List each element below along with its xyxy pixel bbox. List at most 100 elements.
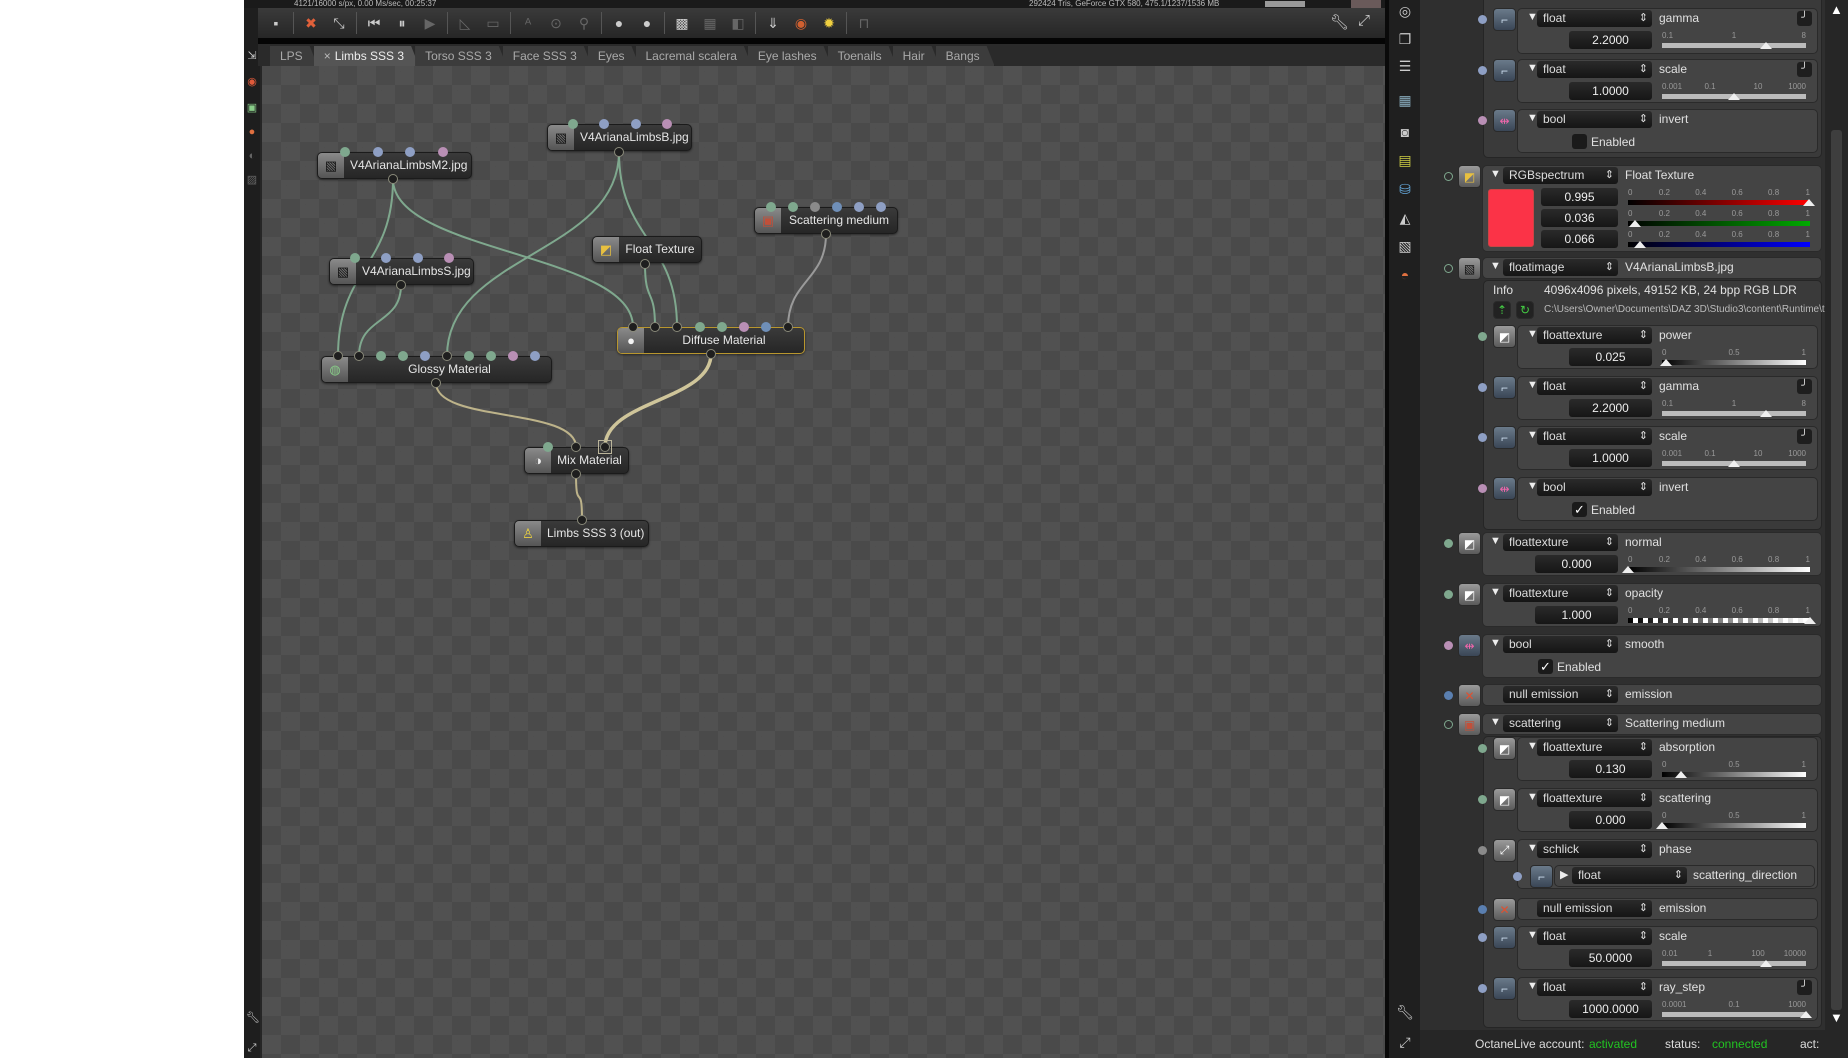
tab-eyes[interactable]: Eyes xyxy=(588,46,640,66)
half-icon[interactable]: ◧ xyxy=(727,13,749,33)
play-icon[interactable]: ▶ xyxy=(419,13,441,33)
alpha-icon[interactable]: ▩ xyxy=(671,13,693,33)
input-socket[interactable] xyxy=(1478,984,1487,993)
camera-view-icon[interactable]: ▪ xyxy=(265,13,287,33)
tab-eye-lashes[interactable]: Eye lashes xyxy=(748,46,832,66)
layers-icon[interactable]: ❐ xyxy=(1396,30,1414,48)
input-port[interactable] xyxy=(599,119,609,129)
float-icon[interactable]: ⌐ xyxy=(1493,977,1516,1000)
import-icon[interactable]: ⇓ xyxy=(762,13,784,33)
slider-handle[interactable] xyxy=(1759,410,1772,417)
input-socket[interactable] xyxy=(1444,172,1453,181)
fullscreen-icon[interactable]: ⤢ xyxy=(1396,1033,1414,1051)
output-port[interactable] xyxy=(396,280,406,290)
float-texture-icon[interactable]: ◩ xyxy=(1458,532,1481,555)
slider-handle[interactable] xyxy=(1728,93,1740,100)
input-socket[interactable] xyxy=(1478,433,1487,442)
texture-icon[interactable]: ▧ xyxy=(1396,237,1414,255)
input-port[interactable] xyxy=(543,442,553,452)
value-field[interactable]: 0.000 xyxy=(1569,811,1652,829)
tab-lacremal-scalera[interactable]: Lacremal scalera xyxy=(636,46,752,66)
input-socket[interactable] xyxy=(1444,641,1453,650)
value-slider[interactable]: 0 0.2 0.4 0.6 0.8 1 xyxy=(1628,606,1816,624)
input-port[interactable] xyxy=(628,322,638,332)
output-port[interactable] xyxy=(821,229,831,239)
materials-icon[interactable]: ◓ xyxy=(1396,266,1414,284)
geometry-icon[interactable]: ▨ xyxy=(246,174,258,186)
input-socket[interactable] xyxy=(1513,872,1522,881)
checker-icon[interactable]: ▦ xyxy=(699,13,721,33)
value-slider[interactable]: 0 0.5 1 xyxy=(1662,760,1806,778)
slider-handle[interactable] xyxy=(1759,42,1772,49)
float-icon[interactable]: ⌐ xyxy=(1493,59,1516,82)
value-field[interactable]: 1.0000 xyxy=(1569,82,1652,100)
reload-image-icon[interactable]: ⇡ xyxy=(1493,301,1511,319)
input-port[interactable] xyxy=(413,253,423,263)
connection-wire[interactable] xyxy=(603,353,713,448)
input-port[interactable] xyxy=(631,119,641,129)
input-socket[interactable] xyxy=(1478,15,1487,24)
value-slider[interactable]: 0 0.5 1 xyxy=(1656,811,1806,829)
show-icon[interactable]: ▣ xyxy=(246,102,258,114)
phase-icon[interactable]: ⤢ xyxy=(1493,839,1516,862)
kernel-icon[interactable]: ⛁ xyxy=(1396,180,1414,198)
refresh-icon[interactable]: ↻ xyxy=(1516,301,1534,319)
input-port[interactable] xyxy=(672,322,682,332)
bool-icon[interactable]: ⇹ xyxy=(1493,477,1516,500)
tab-face-sss-3[interactable]: Face SSS 3 xyxy=(503,46,592,66)
input-port[interactable] xyxy=(420,351,430,361)
input-port[interactable] xyxy=(405,147,415,157)
float-icon[interactable]: ⌐ xyxy=(1493,426,1516,449)
value-field[interactable]: 0.130 xyxy=(1569,760,1652,778)
type-select[interactable]: floattexture ⇕ xyxy=(1503,585,1618,602)
float-icon[interactable]: ⌐ xyxy=(1493,926,1516,949)
outline-icon[interactable]: ☰ xyxy=(1396,57,1414,75)
enabled-checkbox[interactable] xyxy=(1572,134,1587,149)
tab-limbs-sss-3[interactable]: × Limbs SSS 3 xyxy=(314,46,419,66)
input-port[interactable] xyxy=(761,322,771,332)
type-select[interactable]: bool ⇕ xyxy=(1537,479,1652,496)
histogram-icon[interactable]: ◭ xyxy=(1396,209,1414,227)
float-icon[interactable]: ⌐ xyxy=(1493,376,1516,399)
null-emission-icon[interactable]: ✕ xyxy=(1493,898,1516,921)
slider-handle[interactable] xyxy=(1674,771,1687,778)
wrench-icon[interactable]: 🔧︎ xyxy=(1396,1003,1414,1021)
collapse-arrow-icon[interactable]: ▼ xyxy=(1490,168,1501,180)
type-select[interactable]: bool ⇕ xyxy=(1537,111,1652,128)
enabled-checkbox[interactable]: ✓ xyxy=(1538,659,1553,674)
value-slider[interactable]: 0 0.5 1 xyxy=(1659,348,1806,366)
lock-icon[interactable]: ⊓ xyxy=(853,13,875,33)
camera-settings-icon[interactable]: ◙ xyxy=(1396,123,1414,141)
input-port[interactable] xyxy=(350,253,360,263)
value-field[interactable]: 2.2000 xyxy=(1569,31,1652,49)
tab-hair[interactable]: Hair xyxy=(893,46,940,66)
collapse-arrow-icon[interactable]: ▼ xyxy=(1490,586,1501,598)
output-port[interactable] xyxy=(614,147,624,157)
input-socket[interactable] xyxy=(1444,539,1453,548)
type-select[interactable]: null emission ⇕ xyxy=(1537,900,1652,917)
input-socket[interactable] xyxy=(1444,590,1453,599)
scrollbar-thumb[interactable] xyxy=(1831,130,1842,1010)
input-port[interactable] xyxy=(486,351,496,361)
curve-toggle-icon[interactable]: ╯ xyxy=(1797,429,1812,444)
tab-lps[interactable]: LPS xyxy=(270,46,318,66)
value-field[interactable]: 50.0000 xyxy=(1569,949,1652,967)
slider-handle[interactable] xyxy=(1622,566,1634,573)
bool-icon[interactable]: ⇹ xyxy=(1458,634,1481,657)
render-target-icon[interactable]: ◉ xyxy=(246,76,258,88)
input-port[interactable] xyxy=(717,322,727,332)
input-socket[interactable] xyxy=(1478,933,1487,942)
input-port[interactable] xyxy=(832,202,842,212)
imager-icon[interactable]: ▤ xyxy=(1396,151,1414,169)
color-swatch[interactable] xyxy=(1488,189,1534,247)
tab-torso-sss-3[interactable]: Torso SSS 3 xyxy=(415,46,507,66)
input-port[interactable] xyxy=(381,253,391,263)
value-slider[interactable]: 0.1 1 8 xyxy=(1662,31,1806,49)
input-port[interactable] xyxy=(373,147,383,157)
slider-handle[interactable] xyxy=(1759,960,1772,967)
scroll-down-icon[interactable]: ▼ xyxy=(1830,1010,1843,1025)
input-port[interactable] xyxy=(354,351,364,361)
tab-toenails[interactable]: Toenails xyxy=(828,46,897,66)
value-slider[interactable]: 0.01 1 100 10000 xyxy=(1662,949,1806,967)
output-port[interactable] xyxy=(388,174,398,184)
